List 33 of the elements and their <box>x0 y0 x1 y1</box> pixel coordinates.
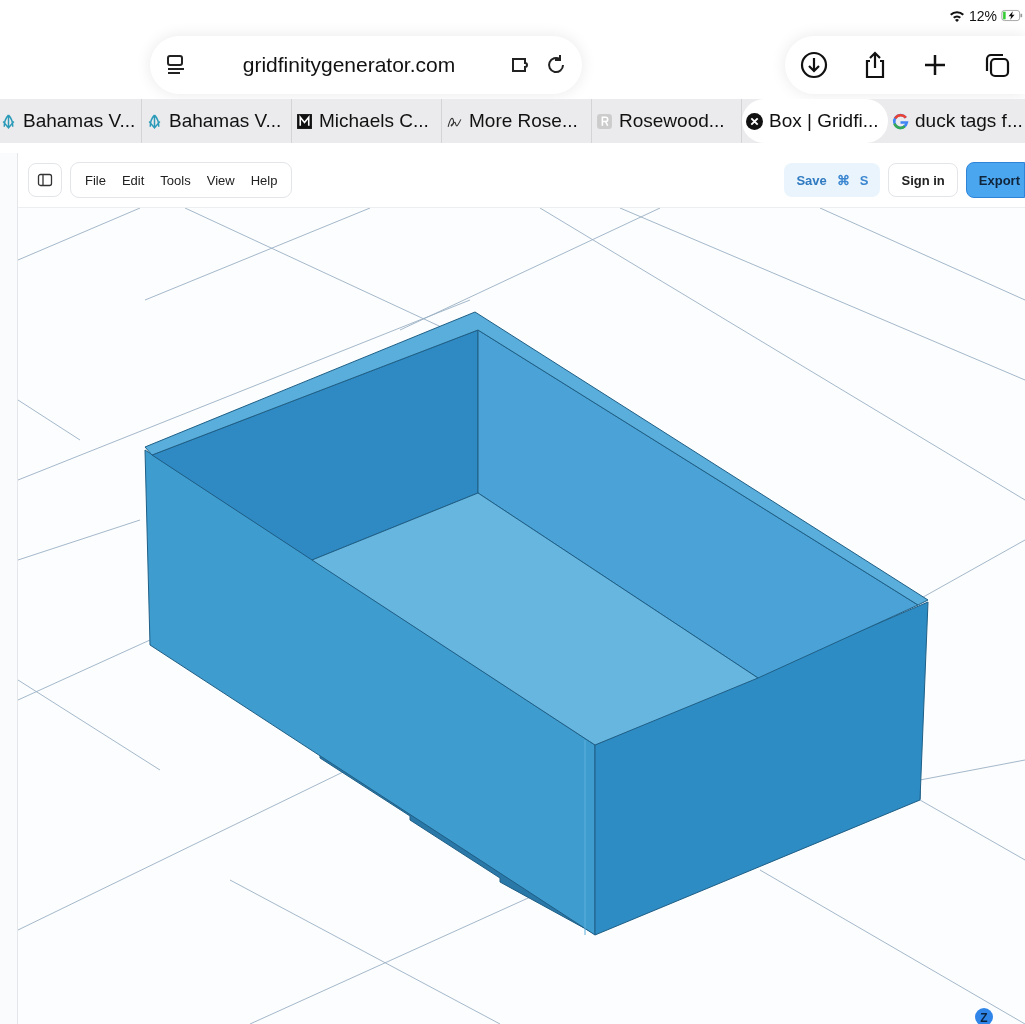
browser-tab[interactable]: Box | Gridfi... <box>742 99 888 143</box>
battery-icon <box>1001 9 1023 23</box>
square-logo-icon <box>596 112 613 130</box>
save-button[interactable]: Save ⌘ S <box>784 163 881 197</box>
leaf-icon <box>0 112 17 130</box>
menu-item[interactable]: Edit <box>113 172 153 188</box>
sidebar-icon <box>37 172 53 188</box>
shortcut-key: ⌘ <box>836 172 850 188</box>
menu-item[interactable]: Help <box>242 172 286 188</box>
google-logo-icon <box>892 112 909 130</box>
menu-item[interactable]: Tools <box>152 172 199 188</box>
sidebar-toggle-button[interactable] <box>28 163 62 197</box>
download-icon[interactable] <box>799 49 829 80</box>
battery-percentage: 12% <box>968 7 997 24</box>
leaf-icon <box>146 112 163 130</box>
box-3d-model[interactable] <box>144 311 929 936</box>
menu-item[interactable]: View <box>198 172 243 188</box>
browser-tab[interactable]: duck tags f... <box>888 99 1025 143</box>
browser-tab[interactable]: Bahamas V... <box>0 99 142 143</box>
browser-tab[interactable]: Bahamas V... <box>142 99 292 143</box>
wifi-icon <box>948 9 965 22</box>
shortcut-key: S <box>859 172 869 188</box>
browser-tab[interactable]: Michaels C... <box>292 99 442 143</box>
menu-item[interactable]: File <box>77 172 114 188</box>
close-icon[interactable] <box>746 112 763 130</box>
browser-tab[interactable]: More Rose... <box>442 99 592 143</box>
square-logo-icon <box>296 112 313 130</box>
sign-in-button[interactable]: Sign in <box>888 163 958 197</box>
url-text: gridfinitygenerator.com <box>241 52 457 77</box>
z-axis-marker[interactable]: Z <box>975 1008 993 1024</box>
address-bar[interactable]: gridfinitygenerator.com <box>150 35 582 94</box>
export-button[interactable]: Export <box>965 162 1025 198</box>
browser-tab[interactable]: Rosewood... <box>592 99 742 143</box>
